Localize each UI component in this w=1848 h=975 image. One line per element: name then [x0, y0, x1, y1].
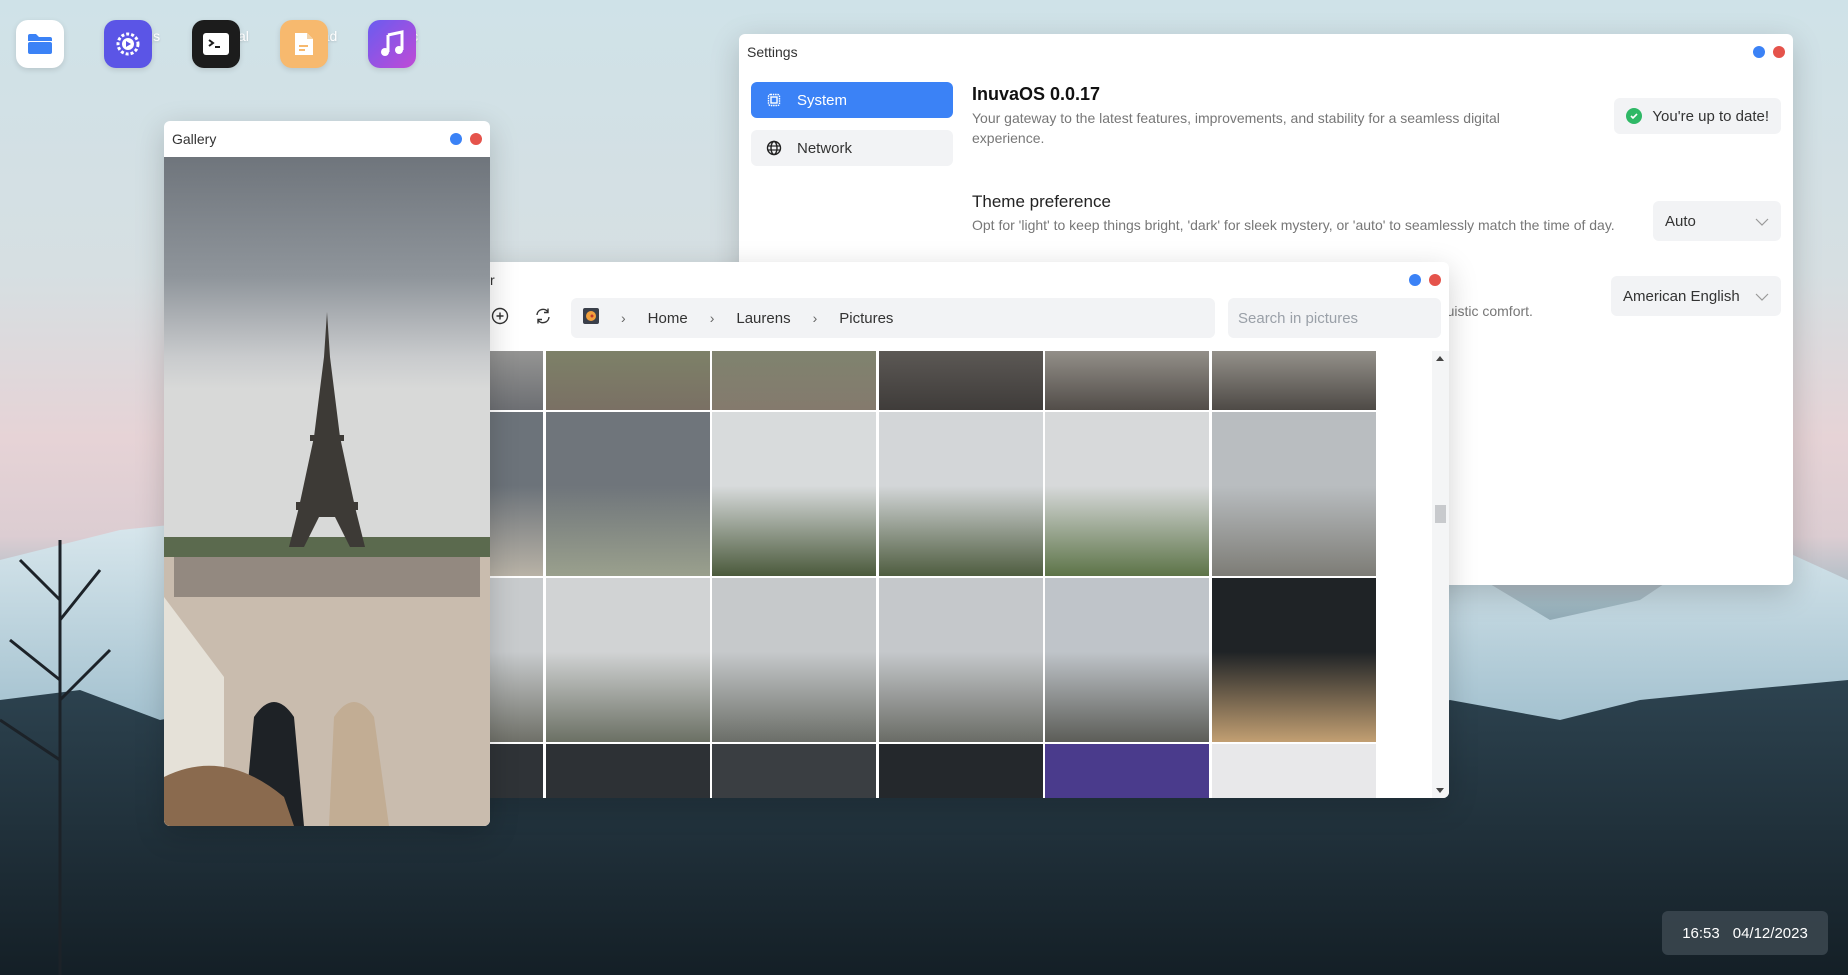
gallery-window: Gallery	[164, 121, 490, 826]
desktop-icon-files[interactable]: files	[16, 20, 80, 68]
theme-description: Opt for 'light' to keep things bright, '…	[972, 217, 1615, 233]
thumbnail-stage-person[interactable]	[1211, 578, 1376, 742]
desktop-icon-notepad[interactable]: notepad	[280, 20, 344, 68]
window-title: Settings	[747, 44, 798, 60]
close-button[interactable]	[470, 133, 482, 145]
files-toolbar: › Home › Laurens › Pictures	[430, 298, 1449, 340]
os-version-title: InuvaOS 0.0.17	[972, 84, 1101, 104]
window-title: Gallery	[172, 131, 217, 147]
os-description: Your gateway to the latest features, imp…	[972, 110, 1500, 146]
gallery-titlebar[interactable]: Gallery	[164, 121, 490, 157]
thumbnail-grid	[490, 351, 1432, 798]
files-window: r › Home › Laurens › Pictures	[430, 262, 1449, 798]
search-input[interactable]	[1228, 298, 1441, 338]
gear-icon	[104, 20, 152, 68]
language-setting: nguistic comfort.	[1431, 298, 1631, 321]
system-clock[interactable]: 16:53 04/12/2023	[1662, 911, 1828, 955]
thumbnail-dark-stage-2[interactable]	[545, 744, 710, 798]
language-select[interactable]: American English	[1611, 276, 1781, 316]
add-button[interactable]	[488, 306, 512, 330]
chevron-down-icon	[1755, 288, 1769, 305]
thumbnail-colorful-toy[interactable]	[1045, 744, 1209, 798]
window-title: r	[490, 272, 495, 288]
drive-icon[interactable]	[583, 308, 599, 328]
thumbnail-eiffel-crowd[interactable]	[1045, 351, 1209, 410]
minimize-button[interactable]	[1409, 274, 1421, 286]
system-info: InuvaOS 0.0.17 Your gateway to the lates…	[972, 84, 1552, 148]
thumbnail-park-wall[interactable]	[545, 351, 710, 410]
refresh-icon	[534, 307, 552, 330]
scrollbar[interactable]	[1432, 351, 1449, 798]
close-button[interactable]	[1773, 46, 1785, 58]
thumbnail-sacre-coeur[interactable]	[712, 412, 876, 576]
scroll-down-icon[interactable]	[1436, 788, 1444, 793]
sidebar-item-label: System	[797, 91, 848, 109]
theme-select-value: Auto	[1665, 212, 1696, 230]
breadcrumb-home[interactable]: Home	[648, 310, 688, 327]
thumbnail-street-cars[interactable]	[490, 351, 543, 410]
plus-circle-icon	[491, 307, 509, 330]
chevron-right-icon: ›	[709, 310, 715, 326]
thumbnail-paris-view-2[interactable]	[545, 578, 710, 742]
language-description: nguistic comfort.	[1431, 303, 1533, 319]
minimize-button[interactable]	[450, 133, 462, 145]
gallery-photo	[164, 157, 490, 826]
thumbnail-crowd[interactable]	[878, 351, 1043, 410]
breadcrumb-laurens[interactable]: Laurens	[736, 310, 790, 327]
thumbnail-eiffel-crowd-2[interactable]	[1211, 351, 1376, 410]
thumbnail-eiffel-tower[interactable]	[490, 412, 543, 576]
thumbnail-screen-photo[interactable]	[1211, 744, 1376, 798]
thumbnail-paris-view-4[interactable]	[878, 578, 1043, 742]
thumbnail-paris-view-5[interactable]	[1045, 578, 1209, 742]
settings-sidebar: System Network	[751, 82, 953, 178]
chevron-right-icon: ›	[812, 310, 818, 326]
document-icon	[280, 20, 328, 68]
music-note-icon	[368, 20, 416, 68]
thumbnail-sacre-coeur-2[interactable]	[878, 412, 1043, 576]
update-status-text: You're up to date!	[1652, 107, 1769, 125]
thumbnail-paris-view[interactable]	[490, 578, 543, 742]
minimize-button[interactable]	[1753, 46, 1765, 58]
settings-titlebar[interactable]: Settings	[739, 34, 1793, 70]
thumbnail-trees-view[interactable]	[1045, 412, 1209, 576]
theme-select[interactable]: Auto	[1653, 201, 1781, 241]
terminal-icon	[192, 20, 240, 68]
desktop-icon-terminal[interactable]: terminal	[192, 20, 256, 68]
thumbnail-dark-light[interactable]	[712, 744, 876, 798]
sidebar-item-label: Network	[797, 139, 853, 157]
sidebar-item-system[interactable]: System	[751, 82, 953, 118]
thumbnail-dark-stage[interactable]	[490, 744, 543, 798]
chevron-down-icon	[1755, 213, 1769, 230]
breadcrumb-pictures[interactable]: Pictures	[839, 310, 893, 327]
theme-setting: Theme preference Opt for 'light' to keep…	[972, 192, 1632, 235]
scrollbar-thumb[interactable]	[1435, 505, 1446, 523]
update-status-badge: You're up to date!	[1614, 98, 1781, 134]
thumbnail-park-wall-2[interactable]	[712, 351, 876, 410]
thumbnail-paris-view-3[interactable]	[712, 578, 876, 742]
desktop-icon-settings[interactable]: settings	[104, 20, 168, 68]
close-button[interactable]	[1429, 274, 1441, 286]
check-circle-icon	[1626, 108, 1643, 124]
clock-date: 04/12/2023	[1732, 924, 1808, 942]
desktop-icon-music[interactable]: music	[368, 20, 432, 68]
folder-icon	[16, 20, 64, 68]
scroll-up-icon[interactable]	[1436, 356, 1444, 361]
sidebar-item-network[interactable]: Network	[751, 130, 953, 166]
globe-icon	[765, 139, 783, 157]
breadcrumb: › Home › Laurens › Pictures	[571, 298, 1215, 338]
language-select-value: American English	[1623, 287, 1740, 305]
thumbnail-paris-overlook[interactable]	[1211, 412, 1376, 576]
files-titlebar[interactable]: r	[430, 262, 1449, 298]
thumbnail-dark-light-2[interactable]	[878, 744, 1043, 798]
theme-title: Theme preference	[972, 192, 1111, 211]
refresh-button[interactable]	[531, 306, 555, 330]
thumbnail-eiffel-tower-2[interactable]	[545, 412, 710, 576]
chevron-right-icon: ›	[621, 310, 626, 326]
chip-icon	[765, 91, 783, 109]
clock-time: 16:53	[1682, 924, 1720, 942]
